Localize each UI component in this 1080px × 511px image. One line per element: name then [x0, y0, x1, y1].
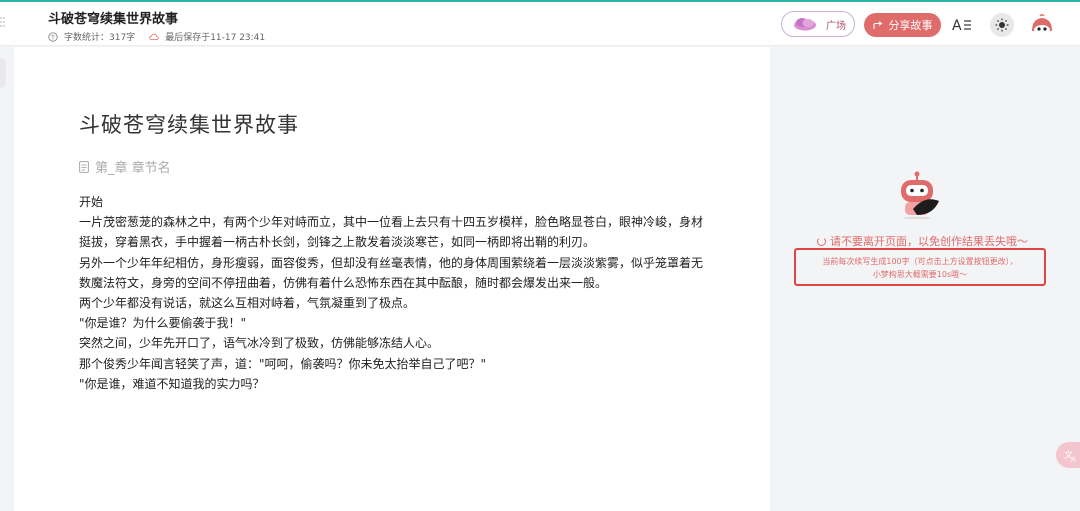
chapter-placeholder: 第_章 章节名	[95, 161, 171, 176]
plaza-label: 广场	[826, 20, 846, 32]
editor-area[interactable]: 斗破苍穹续集世界故事 第_章 章节名 开始 一片茂密葱茏的森林之中，有两个少年对…	[14, 47, 770, 511]
translate-icon: 文 A	[1064, 449, 1076, 463]
document-title: 斗破苍穹续集世界故事	[48, 12, 179, 27]
story-content[interactable]: 开始 一片茂密葱茏的森林之中，有两个少年对峙而立，其中一位看上去只有十四五岁模样…	[79, 192, 709, 394]
notice-line-1: 当前每次续写生成100字（可点击上方设置按钮更改），	[822, 257, 1018, 266]
paragraph: 开始	[79, 195, 104, 209]
header-bar: 斗破苍穹续集世界故事 T 字数统计：317字 最后保存于11-17 23:41 …	[0, 2, 1080, 46]
paragraph: 突然之间，少年先开口了，语气冰冷到了极致，仿佛能够冻结人心。	[79, 336, 440, 351]
sun-icon	[995, 18, 1009, 32]
paragraph: 那个俊秀少年闻言轻笑了声，道："呵呵，偷袭吗？你未免太抬举自己了吧？"	[79, 356, 487, 371]
ai-continuation-panel: 请不要离开页面，以免创作结果丢失哦～ 当前每次续写生成100字（可点击上方设置按…	[770, 47, 1080, 511]
writing-robot-icon	[901, 171, 939, 219]
share-icon	[872, 20, 882, 29]
document-meta: T 字数统计：317字 最后保存于11-17 23:41	[48, 30, 265, 43]
waiting-text: 请不要离开页面，以免创作结果丢失哦～	[830, 235, 1028, 248]
cloud-icon	[794, 18, 816, 31]
text-count-icon: T	[48, 31, 58, 42]
grid-icon[interactable]	[0, 16, 6, 28]
share-label: 分享故事	[888, 19, 933, 32]
avatar-icon[interactable]	[1030, 13, 1054, 37]
paragraph: 一片茂密葱茏的森林之中，有两个少年对峙而立，其中一位看上去只有十四五岁模样，脸色…	[79, 215, 704, 250]
waiting-message: 请不要离开页面，以免创作结果丢失哦～	[817, 233, 1028, 249]
last-saved: 最后保存于11-17 23:41	[165, 33, 266, 43]
notice-line-2: 小梦构思大概需要10s哦～	[872, 270, 968, 279]
svg-text:T: T	[50, 34, 55, 41]
theme-toggle-button[interactable]	[990, 13, 1014, 37]
chapter-name-field[interactable]: 第_章 章节名	[79, 157, 171, 176]
sidebar-handle[interactable]	[0, 58, 6, 88]
plaza-button[interactable]: 广场	[781, 11, 855, 37]
translate-button[interactable]: 文 A	[1056, 442, 1080, 468]
share-story-button[interactable]: 分享故事	[864, 13, 941, 37]
generation-notice: 当前每次续写生成100字（可点击上方设置按钮更改）， 小梦构思大概需要10s哦～	[794, 248, 1046, 286]
font-size-icon[interactable]: A	[952, 16, 972, 34]
word-count: 字数统计：317字	[64, 33, 136, 43]
paragraph: "你是谁？为什么要偷袭于我！"	[79, 316, 247, 331]
paragraph: 另外一个少年年纪相仿，身形瘦弱，面容俊秀，但却没有丝毫表情，他的身体周围萦绕着一…	[79, 255, 704, 290]
document-icon	[79, 160, 89, 173]
cloud-save-icon	[149, 33, 159, 40]
svg-text:A: A	[1071, 456, 1076, 463]
svg-text:A: A	[952, 18, 962, 34]
paragraph: 两个少年都没有说话，就这么互相对峙着，气氛凝重到了极点。	[79, 296, 416, 311]
paragraph: "你是谁，难道不知道我的实力吗？	[79, 376, 265, 391]
loading-spinner-icon	[817, 236, 826, 246]
story-title[interactable]: 斗破苍穹续集世界故事	[79, 109, 299, 139]
